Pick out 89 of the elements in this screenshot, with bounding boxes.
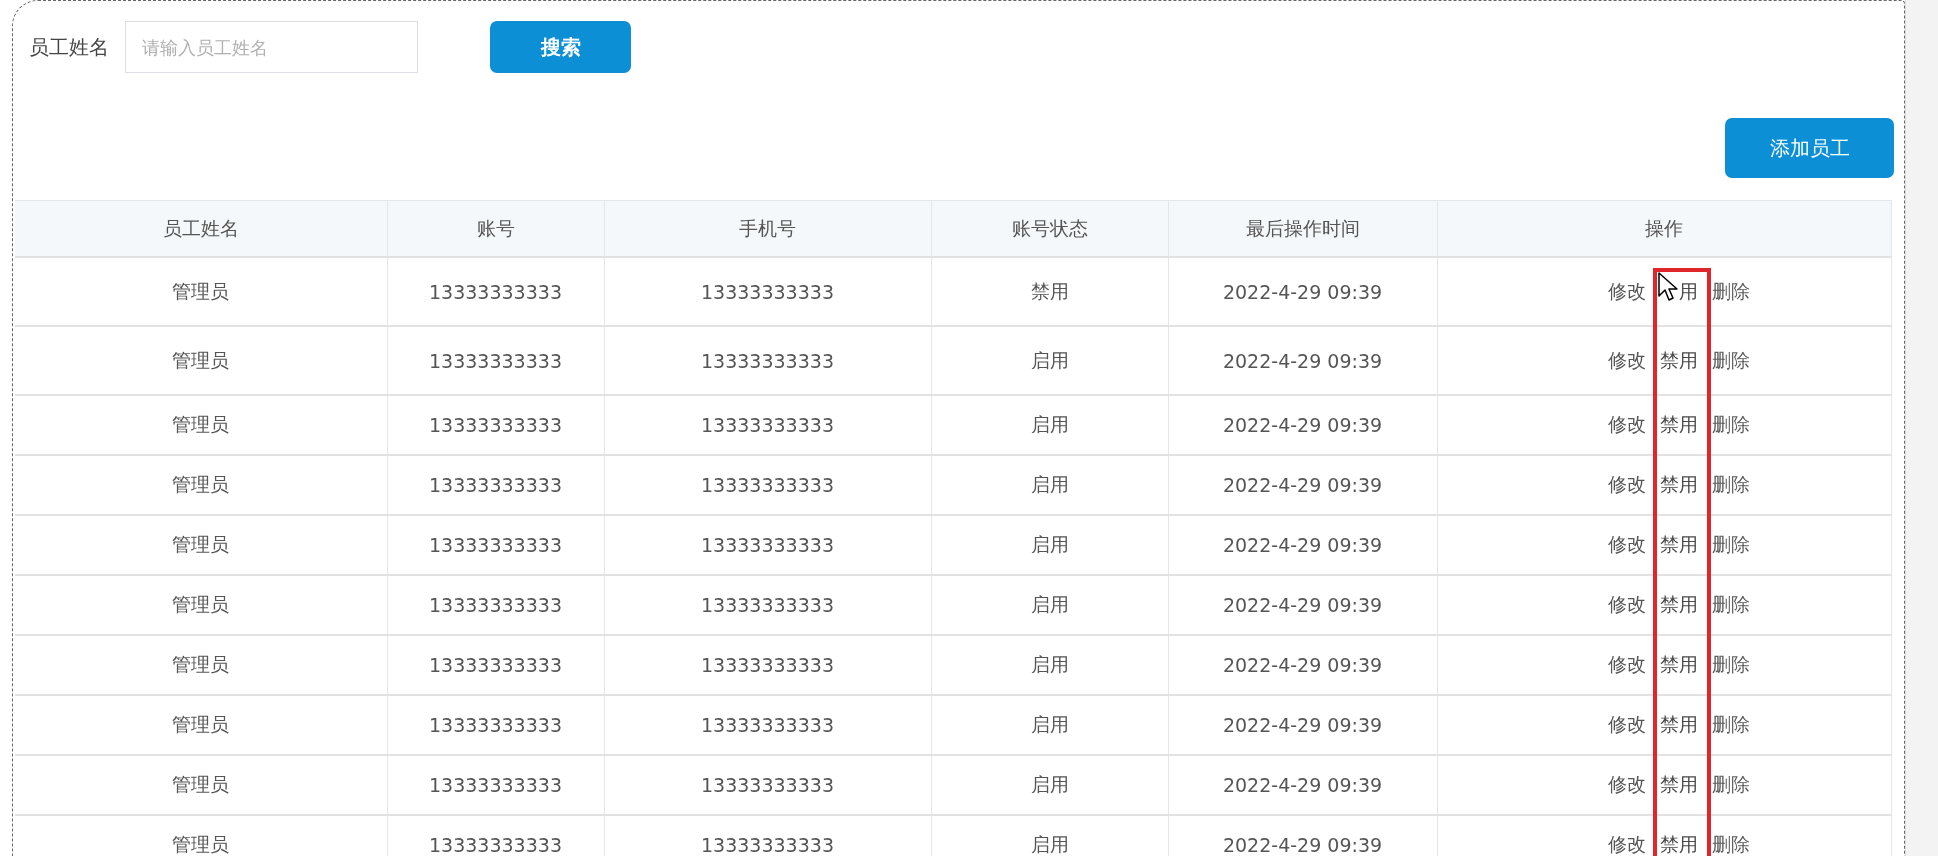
table-cell: 13333333333 [604,695,931,755]
table-cell: 2022-4-29 09:39 [1168,257,1437,326]
employee-name-input[interactable]: 请输入员工姓名 [125,21,418,73]
delete-link[interactable]: 删除 [1712,278,1750,305]
table-cell: 启用 [931,326,1168,395]
table-cell: 2022-4-29 09:39 [1168,515,1437,575]
delete-link[interactable]: 删除 [1712,652,1750,678]
table-cell: 2022-4-29 09:39 [1168,635,1437,695]
edit-link[interactable]: 修改 [1608,652,1646,678]
edit-link[interactable]: 修改 [1608,278,1646,305]
table-cell: 13333333333 [604,755,931,815]
table-cell: 管理员 [15,257,387,326]
table-cell: 13333333333 [604,635,931,695]
delete-link[interactable]: 删除 [1712,592,1750,618]
toggle-status-link[interactable]: 禁用 [1660,712,1698,738]
toggle-status-link[interactable]: 禁用 [1660,772,1698,798]
table-cell: 禁用 [931,257,1168,326]
add-employee-button[interactable]: 添加员工 [1725,118,1894,178]
table-cell: 13333333333 [387,695,604,755]
table-cell: 管理员 [15,326,387,395]
toggle-status-link[interactable]: 禁用 [1660,832,1698,856]
table-cell: 启用 [931,815,1168,856]
table-cell: 管理员 [15,695,387,755]
table-cell: 13333333333 [604,575,931,635]
column-header: 账号状态 [931,200,1168,257]
edit-link[interactable]: 修改 [1608,412,1646,438]
toggle-status-link[interactable]: 禁用 [1660,592,1698,618]
table-cell: 13333333333 [387,755,604,815]
table-cell: 13333333333 [604,815,931,856]
toggle-status-link[interactable]: 禁用 [1660,347,1698,374]
search-button[interactable]: 搜索 [490,21,631,73]
table-cell: 管理员 [15,755,387,815]
table-cell: 13333333333 [387,455,604,515]
table-cell: 启用 [931,695,1168,755]
delete-link[interactable]: 删除 [1712,412,1750,438]
column-header: 账号 [387,200,604,257]
table-cell: 13333333333 [387,395,604,455]
table-cell: 管理员 [15,515,387,575]
delete-link[interactable]: 删除 [1712,347,1750,374]
column-header: 操作 [1437,200,1891,257]
table-cell: 管理员 [15,575,387,635]
table-cell: 启用 [931,515,1168,575]
table-cell: 管理员 [15,635,387,695]
toggle-status-link[interactable]: 禁用 [1660,532,1698,558]
table-cell: 2022-4-29 09:39 [1168,395,1437,455]
table-cell: 13333333333 [387,575,604,635]
table-cell: 启用 [931,575,1168,635]
table-cell: 13333333333 [604,455,931,515]
table-cell: 13333333333 [604,395,931,455]
edit-link[interactable]: 修改 [1608,347,1646,374]
table-cell: 启用 [931,455,1168,515]
table-cell: 13333333333 [604,257,931,326]
table-cell: 2022-4-29 09:39 [1168,326,1437,395]
toggle-status-link[interactable]: 禁用 [1660,652,1698,678]
edit-link[interactable]: 修改 [1608,772,1646,798]
table-cell: 13333333333 [387,257,604,326]
delete-link[interactable]: 删除 [1712,712,1750,738]
table-cell: 管理员 [15,815,387,856]
table-cell: 启用 [931,755,1168,815]
table-cell: 13333333333 [387,515,604,575]
table-cell: 管理员 [15,455,387,515]
table-cell: 13333333333 [604,326,931,395]
delete-link[interactable]: 删除 [1712,772,1750,798]
table-cell: 2022-4-29 09:39 [1168,695,1437,755]
table-cell: 13333333333 [604,515,931,575]
delete-link[interactable]: 删除 [1712,832,1750,856]
column-header: 手机号 [604,200,931,257]
edit-link[interactable]: 修改 [1608,592,1646,618]
table-cell: 13333333333 [387,815,604,856]
table-cell: 2022-4-29 09:39 [1168,815,1437,856]
employee-name-label: 员工姓名 [29,33,109,61]
table-cell: 2022-4-29 09:39 [1168,755,1437,815]
table-cell: 管理员 [15,395,387,455]
table-cell: 2022-4-29 09:39 [1168,575,1437,635]
toggle-status-link[interactable]: 禁用 [1660,412,1698,438]
toggle-status-link[interactable]: 禁用 [1660,472,1698,498]
table-cell: 13333333333 [387,635,604,695]
edit-link[interactable]: 修改 [1608,532,1646,558]
column-header: 员工姓名 [15,200,387,257]
table-cell: 2022-4-29 09:39 [1168,455,1437,515]
delete-link[interactable]: 删除 [1712,532,1750,558]
column-header: 最后操作时间 [1168,200,1437,257]
table-cell: 13333333333 [387,326,604,395]
table-cell: 启用 [931,635,1168,695]
edit-link[interactable]: 修改 [1608,712,1646,738]
edit-link[interactable]: 修改 [1608,472,1646,498]
delete-link[interactable]: 删除 [1712,472,1750,498]
table-cell: 启用 [931,395,1168,455]
edit-link[interactable]: 修改 [1608,832,1646,856]
